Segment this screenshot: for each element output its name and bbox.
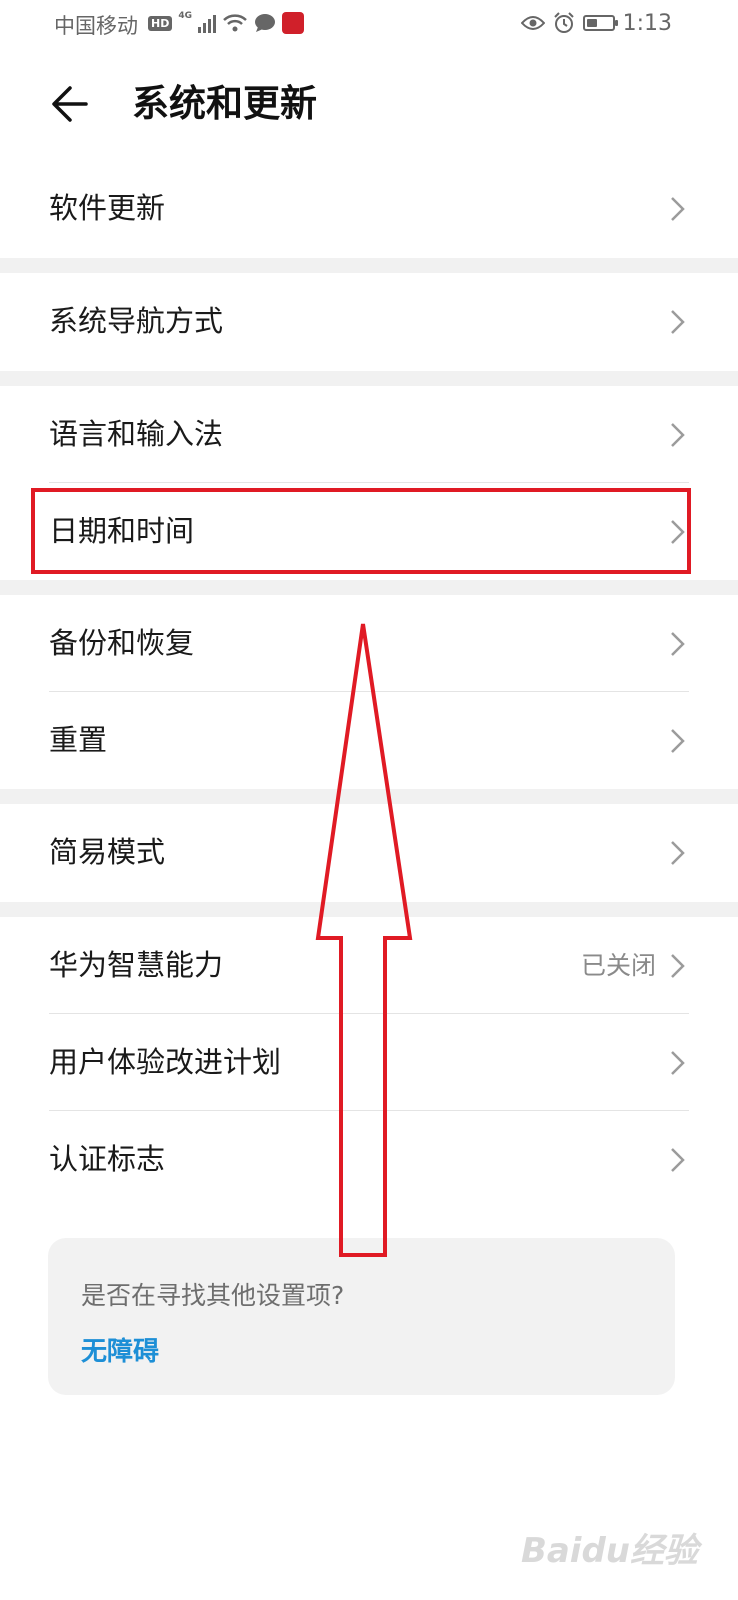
menu-item-label: 用户体验改进计划 xyxy=(49,1045,282,1079)
group-separator xyxy=(0,902,738,917)
settings-group: 华为智慧能力 已关闭 用户体验改进计划 认证标志 xyxy=(0,917,738,1208)
hd-icon: HD xyxy=(148,15,173,31)
menu-item-backup-restore[interactable]: 备份和恢复 xyxy=(0,595,738,692)
baidu-watermark: Baidu经验 xyxy=(520,1531,698,1571)
chevron-right-icon xyxy=(671,729,685,753)
group-separator xyxy=(0,371,738,386)
settings-group: 简易模式 xyxy=(0,804,738,901)
menu-item-system-navigation[interactable]: 系统导航方式 xyxy=(0,273,738,370)
clock: 1:13 xyxy=(622,10,672,36)
menu-item-label: 备份和恢复 xyxy=(49,626,195,660)
menu-item-label: 认证标志 xyxy=(49,1142,166,1176)
chevron-right-icon xyxy=(671,1051,685,1075)
menu-item-simple-mode[interactable]: 简易模式 xyxy=(0,804,738,901)
chevron-right-icon xyxy=(671,1148,685,1172)
group-separator xyxy=(0,789,738,804)
group-separator xyxy=(0,258,738,273)
menu-item-label: 华为智慧能力 xyxy=(49,948,224,982)
status-icons-right: 1:13 xyxy=(520,8,672,38)
status-bar: 中国移动 HD 4G 1:13 xyxy=(0,0,738,50)
settings-group: 语言和输入法 日期和时间 xyxy=(0,386,738,580)
menu-item-label: 软件更新 xyxy=(49,191,166,225)
settings-group: 软件更新 xyxy=(0,160,738,257)
chevron-right-icon xyxy=(671,197,685,221)
settings-group: 系统导航方式 xyxy=(0,273,738,370)
chevron-right-icon xyxy=(671,841,685,865)
page-title: 系统和更新 xyxy=(132,82,317,125)
signal-icon xyxy=(198,13,216,33)
page-header: 系统和更新 xyxy=(0,50,738,160)
arrow-left-icon xyxy=(52,86,88,122)
menu-item-label: 系统导航方式 xyxy=(49,304,224,338)
menu-item-language-input[interactable]: 语言和输入法 xyxy=(0,386,738,483)
menu-item-label: 日期和时间 xyxy=(49,514,195,548)
group-separator xyxy=(0,580,738,595)
menu-item-certification[interactable]: 认证标志 xyxy=(0,1111,738,1208)
menu-item-huawei-smart[interactable]: 华为智慧能力 已关闭 xyxy=(0,917,738,1014)
menu-item-software-update[interactable]: 软件更新 xyxy=(0,160,738,257)
menu-item-user-experience[interactable]: 用户体验改进计划 xyxy=(0,1014,738,1111)
wifi-icon xyxy=(223,14,247,32)
menu-item-label: 语言和输入法 xyxy=(49,417,224,451)
status-icons-left: HD 4G xyxy=(148,8,304,38)
alarm-icon xyxy=(553,12,574,33)
chevron-right-icon xyxy=(671,632,685,656)
suggestion-question: 是否在寻找其他设置项? xyxy=(81,1281,345,1310)
carrier-name: 中国移动 xyxy=(54,14,138,38)
eye-icon xyxy=(520,16,545,30)
accessibility-link[interactable]: 无障碍 xyxy=(81,1331,159,1368)
chevron-right-icon xyxy=(671,423,685,447)
menu-item-label: 简易模式 xyxy=(49,835,166,869)
menu-item-reset[interactable]: 重置 xyxy=(0,692,738,789)
menu-item-status: 已关闭 xyxy=(580,951,656,980)
chevron-right-icon xyxy=(671,310,685,334)
menu-item-label: 重置 xyxy=(49,723,108,757)
menu-item-date-time[interactable]: 日期和时间 xyxy=(0,483,738,580)
network-type-label: 4G xyxy=(178,11,192,21)
message-icon xyxy=(255,14,275,32)
chevron-right-icon xyxy=(671,954,685,978)
chevron-right-icon xyxy=(671,520,685,544)
settings-group: 备份和恢复 重置 xyxy=(0,595,738,789)
back-button[interactable] xyxy=(48,80,96,128)
battery-icon xyxy=(582,15,618,31)
app-notification-icon xyxy=(282,12,304,34)
search-suggestion-card: 是否在寻找其他设置项? 无障碍 xyxy=(48,1238,675,1395)
